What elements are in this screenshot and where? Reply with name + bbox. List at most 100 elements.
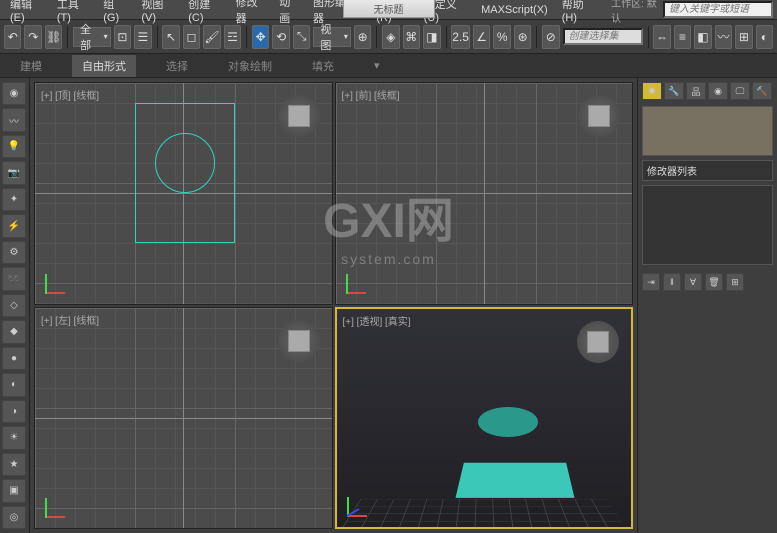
rectangle-3d-object[interactable] <box>456 463 575 498</box>
tool-7-icon[interactable]: ★ <box>2 453 26 476</box>
viewport-left[interactable]: [+] [左] [线框] <box>34 307 333 530</box>
align-button[interactable]: ≡ <box>674 25 691 49</box>
show-end-result-icon[interactable]: ‖ <box>663 273 681 291</box>
panel-tab-modify-icon[interactable]: 🔧 <box>664 82 684 100</box>
viewport-top[interactable]: [+] [顶] [线框] <box>34 82 333 305</box>
create-helper-icon[interactable]: ✦ <box>2 188 26 211</box>
window-title: 无标题 <box>343 0 435 18</box>
viewcube-top[interactable] <box>278 95 320 137</box>
percent-snap-button[interactable]: % <box>493 25 510 49</box>
schematic-button[interactable]: ⊞ <box>735 25 752 49</box>
menu-edit[interactable]: 编辑(E) <box>4 0 49 26</box>
window-button[interactable]: ☰ <box>134 25 151 49</box>
create-shape-icon[interactable]: 〰 <box>2 108 26 131</box>
create-light-icon[interactable]: 💡 <box>2 135 26 158</box>
paint-select-button[interactable]: 🖌 <box>203 25 220 49</box>
viewcube-front[interactable] <box>578 95 620 137</box>
ribbon-dropdown-icon[interactable]: ▾ <box>364 56 390 75</box>
mirror-button[interactable]: ⇔ <box>653 25 670 49</box>
panel-tab-utilities-icon[interactable]: 🔨 <box>752 82 772 100</box>
viewcube-left[interactable] <box>278 320 320 362</box>
viewport-left-label[interactable]: [+] [左] [线框] <box>41 312 99 327</box>
ribbon-bar: 建模 自由形式 选择 对象绘制 填充 ▾ <box>0 54 777 78</box>
panel-tab-motion-icon[interactable]: ◉ <box>708 82 728 100</box>
move-button[interactable]: ✥ <box>252 25 269 49</box>
panel-tab-hierarchy-icon[interactable]: 品 <box>686 82 706 100</box>
main-toolbar: ↶ ↷ ⛓ 全部 ⊡ ☰ ↖ ◻ 🖌 ☲ ✥ ⟲ ⤡ 视图 ⊕ ◈ ⌘ ◨ 2.… <box>0 20 777 54</box>
menu-views[interactable]: 视图(V) <box>135 0 180 26</box>
layers-button[interactable]: ◧ <box>694 25 711 49</box>
selection-filter-dropdown[interactable]: 全部 <box>73 27 110 47</box>
command-panel-tabs: ✺ 🔧 品 ◉ 🖵 🔨 <box>642 82 773 100</box>
pin-stack-icon[interactable]: ⇥ <box>642 273 660 291</box>
modifier-list-dropdown[interactable]: 修改器列表 <box>642 160 773 181</box>
tab-modeling[interactable]: 建模 <box>10 55 52 77</box>
menu-animation[interactable]: 动画 <box>273 0 305 28</box>
viewcube-persp[interactable] <box>577 321 619 363</box>
tool-0-icon[interactable]: ➿ <box>2 267 26 290</box>
object-color-swatch[interactable] <box>642 106 773 156</box>
manipulate-button[interactable]: ◈ <box>382 25 399 49</box>
circle-3d-object[interactable] <box>478 407 538 437</box>
remove-modifier-icon[interactable]: 🗑 <box>705 273 723 291</box>
tool-6-icon[interactable]: ☀ <box>2 426 26 449</box>
create-camera-icon[interactable]: 📷 <box>2 161 26 184</box>
selection-set-input[interactable] <box>563 28 643 45</box>
viewport-top-label[interactable]: [+] [顶] [线框] <box>41 87 99 102</box>
axis-gizmo-icon <box>347 487 377 517</box>
select-name-button[interactable]: ☲ <box>224 25 241 49</box>
select-cursor-button[interactable]: ↖ <box>162 25 179 49</box>
crossing-button[interactable]: ⊡ <box>114 25 131 49</box>
viewport-perspective[interactable]: [+] [透视] [真实] <box>335 307 634 530</box>
axis-gizmo-icon <box>346 264 376 294</box>
tool-8-icon[interactable]: ▣ <box>2 479 26 502</box>
viewport-front[interactable]: [+] [前] [线框] <box>335 82 634 305</box>
angle-snap-button[interactable]: ∠ <box>473 25 490 49</box>
menu-maxscript[interactable]: MAXScript(X) <box>475 2 554 18</box>
menu-group[interactable]: 组(G) <box>97 0 133 26</box>
rotate-button[interactable]: ⟲ <box>272 25 289 49</box>
viewport-front-label[interactable]: [+] [前] [线框] <box>342 87 400 102</box>
snap-toggle-button[interactable]: 2.5 <box>451 25 470 49</box>
material-button[interactable]: ◐ <box>756 25 773 49</box>
tab-selection[interactable]: 选择 <box>156 55 198 77</box>
tool-1-icon[interactable]: ◇ <box>2 294 26 317</box>
modifier-stack[interactable] <box>642 185 773 265</box>
redo-button[interactable]: ↷ <box>24 25 41 49</box>
ref-coord-dropdown[interactable]: 视图 <box>313 27 350 47</box>
tab-populate[interactable]: 填充 <box>302 55 344 77</box>
link-button[interactable]: ⛓ <box>45 25 62 49</box>
viewport-container: [+] [顶] [线框] [+] [前] [线框] <box>30 78 637 533</box>
scale-button[interactable]: ⤡ <box>293 25 310 49</box>
create-system-icon[interactable]: ⚙ <box>2 241 26 264</box>
menu-help[interactable]: 帮助(H) <box>556 0 601 26</box>
pivot-button[interactable]: ⊕ <box>354 25 371 49</box>
make-unique-icon[interactable]: ∀ <box>684 273 702 291</box>
tool-3-icon[interactable]: ● <box>2 347 26 370</box>
axis-gizmo-icon <box>45 488 75 518</box>
tool-4-icon[interactable]: ◐ <box>2 373 26 396</box>
menu-modifiers[interactable]: 修改器 <box>230 0 272 28</box>
create-spacewarp-icon[interactable]: ⚡ <box>2 214 26 237</box>
spinner-snap-button[interactable]: ⊛ <box>514 25 531 49</box>
edit-named-button[interactable]: ⊘ <box>542 25 559 49</box>
tool-5-icon[interactable]: ◑ <box>2 400 26 423</box>
configure-sets-icon[interactable]: ⊞ <box>726 273 744 291</box>
stack-tools: ⇥ ‖ ∀ 🗑 ⊞ <box>642 273 773 291</box>
create-geometry-icon[interactable]: ◉ <box>2 82 26 105</box>
menu-create[interactable]: 创建(C) <box>182 0 227 26</box>
curve-editor-button[interactable]: 〰 <box>715 25 732 49</box>
viewport-persp-label[interactable]: [+] [透视] [真实] <box>343 313 411 328</box>
tool-2-icon[interactable]: ◆ <box>2 320 26 343</box>
tab-object-paint[interactable]: 对象绘制 <box>218 55 282 77</box>
select-region-button[interactable]: ◻ <box>183 25 200 49</box>
named-button[interactable]: ◨ <box>423 25 440 49</box>
search-input[interactable] <box>663 1 773 18</box>
tool-9-icon[interactable]: ◎ <box>2 506 26 529</box>
undo-button[interactable]: ↶ <box>4 25 21 49</box>
panel-tab-display-icon[interactable]: 🖵 <box>730 82 750 100</box>
tab-freeform[interactable]: 自由形式 <box>72 55 136 77</box>
keyboard-button[interactable]: ⌘ <box>403 25 420 49</box>
panel-tab-create-icon[interactable]: ✺ <box>642 82 662 100</box>
circle-object[interactable] <box>155 133 215 193</box>
